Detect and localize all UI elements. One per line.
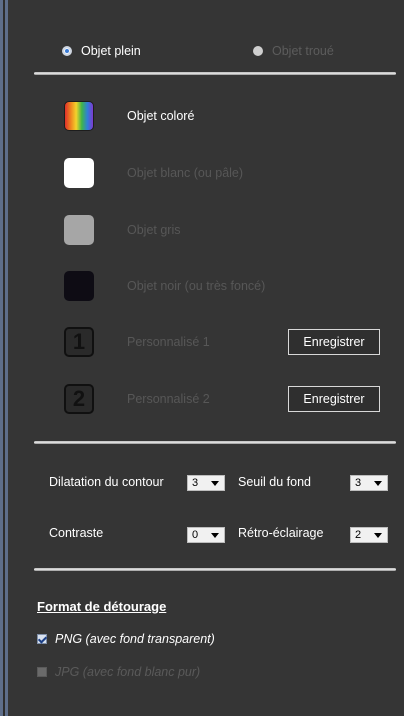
contraste-select[interactable]: 0: [187, 527, 225, 543]
dropdown-arrow-icon: [374, 533, 382, 538]
object-label: Objet blanc (ou pâle): [127, 166, 244, 180]
number-1-swatch-icon: 1: [64, 327, 94, 357]
format-section-title: Format de détourage: [37, 599, 167, 614]
number-2-swatch-icon: 2: [64, 384, 94, 414]
dropdown-arrow-icon: [374, 481, 382, 486]
object-option-noir[interactable]: Objet noir (ou très foncé): [0, 271, 404, 303]
object-label: Personnalisé 2: [127, 392, 210, 406]
object-option-blanc[interactable]: Objet blanc (ou pâle): [0, 158, 404, 190]
object-option-colore[interactable]: Objet coloré: [0, 101, 404, 133]
checkbox-checked-icon[interactable]: [37, 634, 47, 644]
gray-swatch-icon: [64, 215, 94, 245]
radio-selected-icon: [62, 46, 72, 56]
radio-label: Objet troué: [272, 44, 334, 58]
enregistrer-1-button[interactable]: Enregistrer: [288, 329, 380, 355]
select-value: 3: [192, 477, 199, 489]
enregistrer-2-button[interactable]: Enregistrer: [288, 386, 380, 412]
seuil-select[interactable]: 3: [350, 475, 388, 491]
object-label: Objet noir (ou très foncé): [127, 279, 266, 293]
rainbow-swatch-icon: [64, 101, 94, 131]
white-swatch-icon: [64, 158, 94, 188]
contraste-label: Contraste: [49, 526, 104, 540]
checkbox-unchecked-icon[interactable]: [37, 667, 47, 677]
object-label: Objet coloré: [127, 109, 195, 123]
seuil-label: Seuil du fond: [238, 475, 311, 489]
radio-label: Objet plein: [81, 44, 141, 58]
radio-objet-plein[interactable]: Objet plein: [62, 44, 141, 58]
divider: [34, 441, 396, 444]
format-png-option[interactable]: PNG (avec fond transparent): [37, 632, 215, 646]
radio-unselected-icon: [253, 46, 263, 56]
divider: [34, 568, 396, 571]
select-value: 3: [355, 477, 362, 489]
checkbox-label: JPG (avec fond blanc pur): [55, 665, 201, 679]
object-option-perso-2[interactable]: 2 Personnalisé 2 Enregistrer: [0, 384, 404, 416]
divider: [34, 72, 396, 75]
retro-label: Rétro-éclairage: [238, 526, 324, 540]
object-label: Personnalisé 1: [127, 335, 210, 349]
retro-select[interactable]: 2: [350, 527, 388, 543]
radio-objet-troue[interactable]: Objet troué: [253, 44, 334, 58]
checkbox-label: PNG (avec fond transparent): [55, 632, 215, 646]
black-swatch-icon: [64, 271, 94, 301]
dilatation-label: Dilatation du contour: [49, 475, 164, 489]
select-value: 2: [355, 529, 362, 541]
object-option-gris[interactable]: Objet gris: [0, 215, 404, 247]
format-jpg-option[interactable]: JPG (avec fond blanc pur): [37, 665, 200, 679]
object-option-perso-1[interactable]: 1 Personnalisé 1 Enregistrer: [0, 327, 404, 359]
dropdown-arrow-icon: [211, 533, 219, 538]
dilatation-select[interactable]: 3: [187, 475, 225, 491]
dropdown-arrow-icon: [211, 481, 219, 486]
object-type-group: Objet plein Objet troué: [0, 38, 404, 62]
select-value: 0: [192, 529, 199, 541]
object-label: Objet gris: [127, 223, 181, 237]
